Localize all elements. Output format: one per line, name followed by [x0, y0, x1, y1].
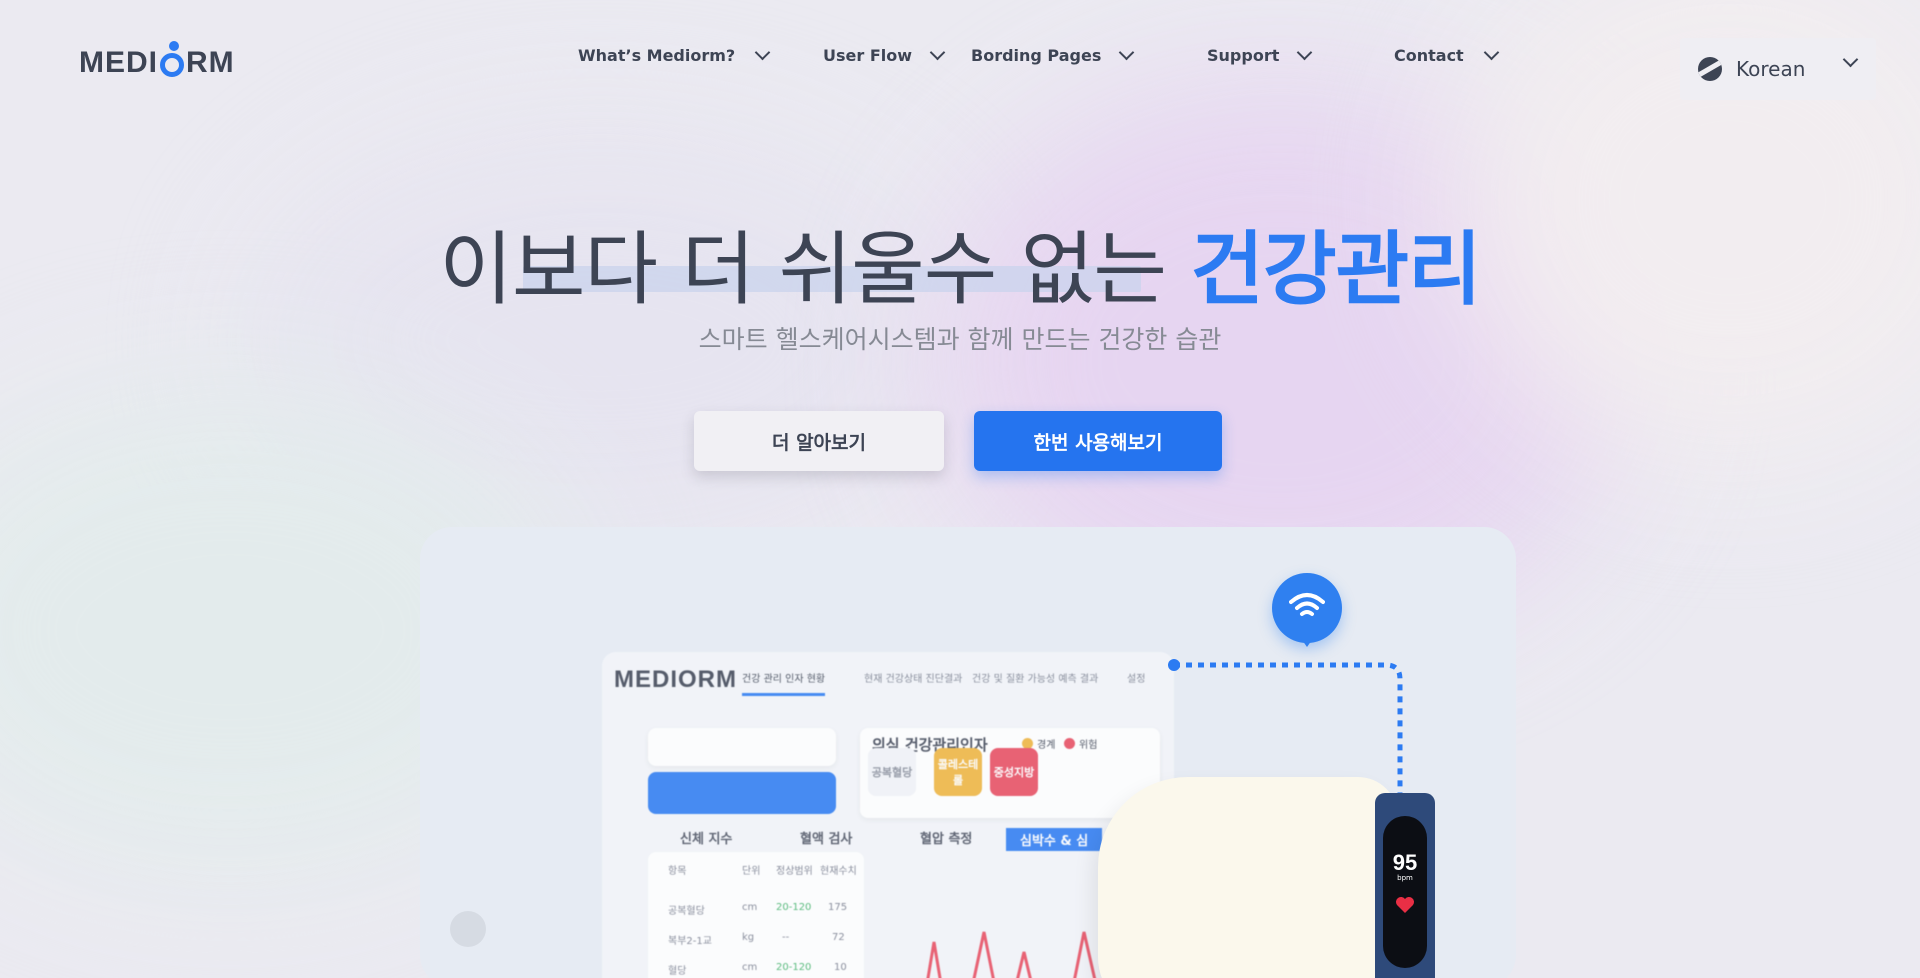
- showcase-card: MEDIORM 건강 관리 인자 현황 현재 건강상태 진단결과 건강 및 질환…: [420, 527, 1516, 978]
- legend-danger: 위험: [1064, 736, 1097, 751]
- chevron-down-icon: [1119, 44, 1135, 60]
- dashboard-tab: 현재 건강상태 진단결과: [864, 674, 963, 685]
- nav-user-flow[interactable]: User Flow: [823, 42, 946, 68]
- smartwatch-screen: 95 bpm: [1383, 816, 1427, 968]
- nav-label: Support: [1207, 45, 1280, 65]
- heart-rate-chart: [926, 931, 1097, 978]
- nav-contact[interactable]: Contact: [1394, 42, 1499, 68]
- dashboard-tab: 건강 및 질환 가능성 예측 결과: [972, 674, 1099, 685]
- chevron-down-icon: [1842, 51, 1859, 68]
- bpm-value: 95: [1392, 850, 1418, 875]
- nav-bording-pages[interactable]: Bording Pages: [971, 42, 1135, 68]
- logo-text-right: RM: [186, 46, 235, 79]
- nav-whats-mediorm[interactable]: What’s Mediorm?: [578, 42, 771, 68]
- bpm-unit: bpm: [1397, 874, 1413, 882]
- language-label: Korean: [1736, 57, 1806, 81]
- logo-o-mark: [160, 41, 184, 77]
- chevron-down-icon: [754, 44, 771, 60]
- nav-label: Contact: [1394, 45, 1464, 65]
- learn-more-button[interactable]: 더 알아보기: [694, 411, 944, 471]
- mediorm-logo[interactable]: MEDI RM: [79, 38, 235, 80]
- dashboard-preview: MEDIORM 건강 관리 인자 현황 현재 건강상태 진단결과 건강 및 질환…: [602, 652, 1174, 978]
- row-tab-heart: 심박수 & 심: [1006, 828, 1103, 851]
- nav-label: What’s Mediorm?: [578, 45, 736, 65]
- chip-fasting-glucose: 공복혈당: [868, 748, 916, 796]
- nav-label: Bording Pages: [971, 45, 1102, 65]
- chip-cholesterol: 콜레스테롤: [934, 748, 982, 796]
- measurement-table: 항목 단위 정상범위 현재수치 공복혈당 cm 20-120 175 복부2-1…: [648, 852, 864, 978]
- row-tab-pressure: 혈압 측정: [920, 832, 973, 847]
- chevron-down-icon: [1297, 44, 1313, 60]
- heart-icon: [1396, 897, 1414, 913]
- wifi-icon: [1272, 573, 1342, 647]
- dashboard-logo: MEDIORM: [614, 666, 737, 693]
- nav-label: User Flow: [823, 45, 913, 65]
- row-tab-body: 신체 지수: [680, 832, 733, 847]
- dashboard-tab: 건강 관리 인자 현황: [742, 670, 826, 696]
- chevron-down-icon: [1483, 44, 1499, 60]
- row-tab-blood: 혈액 검사: [800, 832, 853, 847]
- hand-illustration: [1098, 777, 1398, 978]
- headline-main: 이보다 더 쉬울수 없는: [439, 223, 1191, 316]
- try-it-button[interactable]: 한번 사용해보기: [974, 411, 1222, 471]
- language-selector[interactable]: Korean: [1680, 38, 1876, 100]
- chevron-down-icon: [929, 44, 946, 60]
- chip-triglyceride: 중성지방: [990, 748, 1038, 796]
- dashboard-tab: 설정: [1127, 674, 1146, 685]
- headline-highlight: 건강관리: [1190, 223, 1481, 316]
- hero-subtitle: 스마트 헬스케어시스템과 함께 만드는 건강한 습관: [698, 325, 1222, 354]
- notice-card: [648, 728, 836, 766]
- globe-icon: [1698, 57, 1722, 81]
- recent-measure-card: [648, 772, 836, 814]
- stethoscope-icon: [450, 911, 486, 947]
- nav-support[interactable]: Support: [1207, 42, 1313, 68]
- hero-headline: 이보다 더 쉬울수 없는 건강관리: [0, 205, 1920, 321]
- logo-text-left: MEDI: [79, 46, 158, 79]
